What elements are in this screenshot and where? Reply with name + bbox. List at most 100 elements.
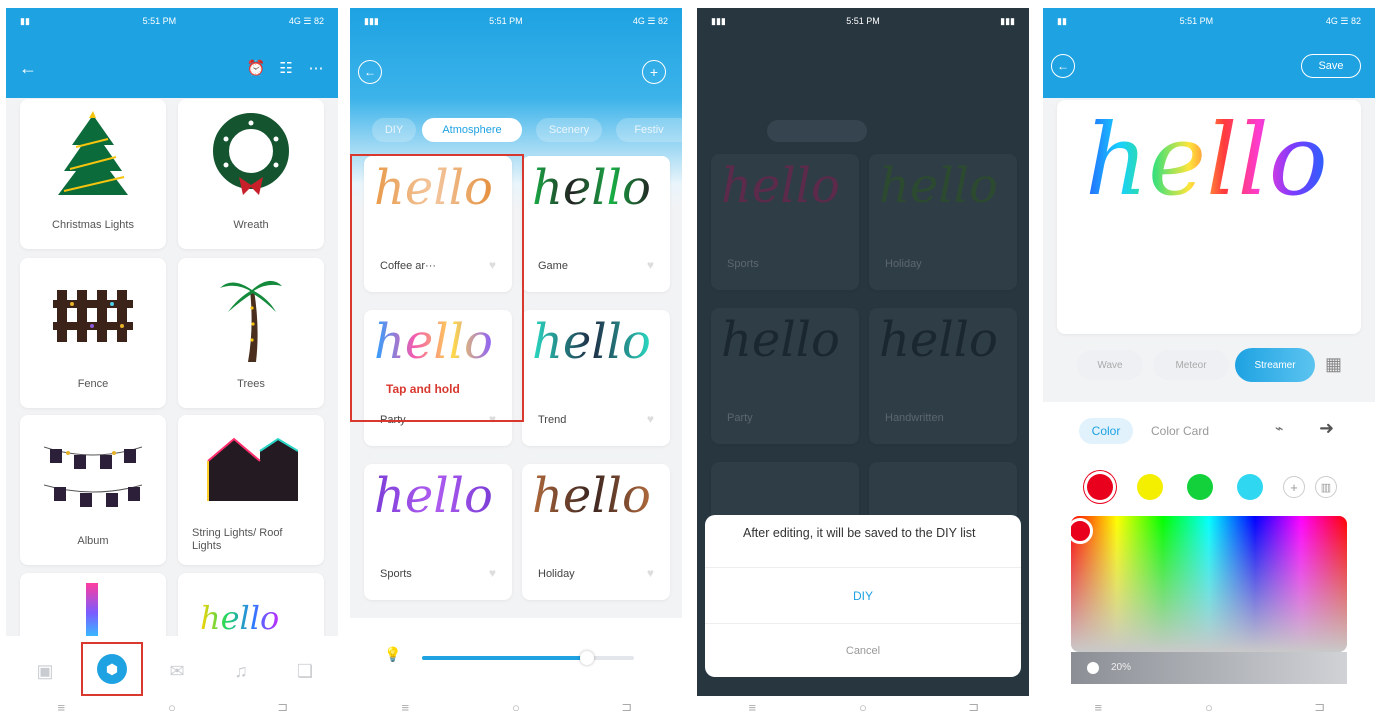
brightness-slider-fill <box>422 656 588 660</box>
scene-label: Party <box>727 412 753 424</box>
diy-button[interactable]: DIY <box>705 567 1021 623</box>
scene-card-trend[interactable]: hello Trend ♥ <box>522 310 670 446</box>
screen-diy-editor: ▮▮ 5:51 PM 4G ☰ 82 ← Save hello Wave Met… <box>1043 8 1375 696</box>
system-nav-4: ≡ ○ ⊐ <box>1043 696 1375 718</box>
color-spectrum[interactable] <box>1071 516 1347 652</box>
scene-card-game[interactable]: hello Game ♥ <box>522 156 670 292</box>
chat-icon[interactable]: ✉ <box>162 656 192 686</box>
status-indicators: 4G ☰ 82 <box>1325 15 1361 26</box>
hello-preview-text: hello <box>374 468 493 524</box>
tab-color-card[interactable]: Color Card <box>1151 424 1209 438</box>
category-label: Christmas Lights <box>52 219 134 231</box>
brightness-slider-thumb[interactable] <box>580 651 595 665</box>
back-circle-icon[interactable]: ← <box>1051 54 1075 78</box>
back-arrow-icon[interactable]: ← <box>16 56 40 80</box>
music-icon[interactable]: ♫ <box>226 656 256 686</box>
menu-icon[interactable]: ≡ <box>41 700 81 715</box>
mode-streamer[interactable]: Streamer <box>1235 348 1315 382</box>
arrow-right-icon[interactable]: ➜ <box>1319 418 1334 439</box>
back-circle-icon[interactable]: ← <box>358 60 382 84</box>
category-card-wreath[interactable]: Wreath <box>178 99 324 249</box>
home-icon[interactable]: ○ <box>496 700 536 715</box>
tab-color[interactable]: Color <box>1079 418 1133 444</box>
settings-sliders-icon[interactable]: ☷ <box>274 56 298 80</box>
scene-icon[interactable]: ⬢ <box>97 654 127 684</box>
menu-icon[interactable]: ≡ <box>385 700 425 715</box>
save-button[interactable]: Save <box>1301 54 1361 78</box>
category-card-trees[interactable]: Trees <box>178 258 324 408</box>
scene-card-sports[interactable]: hello Sports ♥ <box>364 464 512 600</box>
category-card-partial-2[interactable]: hello <box>178 573 324 643</box>
device-icon[interactable]: ▣ <box>30 656 60 686</box>
palm-tree-icon <box>220 280 282 362</box>
dim-card-holiday: hello Holiday <box>869 154 1017 290</box>
favorite-heart-icon[interactable]: ♥ <box>647 412 654 426</box>
back-icon[interactable]: ⊐ <box>607 699 647 715</box>
swatch[interactable] <box>1187 474 1213 500</box>
swatch[interactable] <box>1237 474 1263 500</box>
photo-album-icon <box>44 446 142 507</box>
scene-card-holiday[interactable]: hello Holiday ♥ <box>522 464 670 600</box>
category-card-partial-1[interactable] <box>20 573 166 643</box>
hello-preview-text: hello <box>532 468 651 524</box>
tab-scenery[interactable]: Scenery <box>536 118 602 142</box>
menu-icon[interactable]: ≡ <box>1078 700 1118 715</box>
favorite-heart-icon[interactable]: ♥ <box>489 566 496 580</box>
category-card-fence[interactable]: Fence <box>20 258 166 408</box>
tap-hold-hint: Tap and hold <box>386 382 460 396</box>
status-bar: ▮▮ 5:51 PM 4G ☰ 82 <box>6 8 338 34</box>
brightness-slider-track[interactable] <box>422 651 634 665</box>
status-time: 5:51 PM <box>489 16 523 26</box>
add-circle-icon[interactable]: + <box>642 60 666 84</box>
brightness-value: 20% <box>1111 662 1132 673</box>
home-icon[interactable]: ○ <box>152 700 192 715</box>
status-signal: ▮▮▮ <box>711 15 726 26</box>
status-time: 5:51 PM <box>846 16 880 26</box>
add-color-icon[interactable]: + <box>1283 476 1305 498</box>
mode-wave[interactable]: Wave <box>1077 350 1143 380</box>
spectrum-picker-handle[interactable] <box>1071 518 1093 544</box>
delete-color-icon[interactable]: ▥ <box>1315 476 1337 498</box>
screen-edit-dialog: ▮▮▮ 5:51 PM ▮▮▮ hello Sports hello Holid… <box>697 8 1029 696</box>
scene-label: Holiday <box>885 258 922 270</box>
category-card-christmas-lights[interactable]: Christmas Lights <box>20 99 166 249</box>
favorite-heart-icon[interactable]: ♥ <box>647 566 654 580</box>
bulb-icon: 💡 <box>384 646 402 662</box>
favorite-heart-icon[interactable]: ♥ <box>647 258 654 272</box>
swatch-selected[interactable] <box>1087 474 1113 500</box>
color-picker-icon[interactable]: ⌁ <box>1275 420 1283 437</box>
dim-card-partial-2 <box>869 462 1017 522</box>
back-icon[interactable]: ⊐ <box>1300 699 1340 715</box>
hello-preview-text: hello <box>879 158 998 214</box>
home-icon[interactable]: ○ <box>843 700 883 715</box>
mode-meteor[interactable]: Meteor <box>1153 350 1229 380</box>
hello-preview-text: hello <box>532 314 651 370</box>
status-bar: ▮▮ 5:51 PM 4G ☰ 82 <box>1043 8 1375 34</box>
back-icon[interactable]: ⊐ <box>263 699 303 715</box>
hello-preview-text: hello <box>200 599 280 637</box>
swatch[interactable] <box>1137 474 1163 500</box>
category-label: Fence <box>77 378 109 390</box>
category-card-album[interactable]: Album <box>20 415 166 565</box>
light-bar-icon <box>86 583 98 643</box>
status-bar: ▮▮▮ 5:51 PM ▮▮▮ <box>697 8 1029 34</box>
cancel-button[interactable]: Cancel <box>705 623 1021 677</box>
tab-festival[interactable]: Festiv <box>616 118 682 142</box>
category-label: Album <box>77 535 109 547</box>
back-icon[interactable]: ⊐ <box>954 699 994 715</box>
scene-label: Holiday <box>538 568 575 580</box>
more-icon[interactable]: ⋯ <box>304 56 328 80</box>
tab-diy[interactable]: DIY <box>372 118 416 142</box>
layers-icon[interactable]: ❏ <box>290 656 320 686</box>
grid-icon[interactable]: ▦ <box>1325 354 1342 375</box>
christmas-tree-icon <box>58 111 128 195</box>
menu-icon[interactable]: ≡ <box>732 700 772 715</box>
tab-atmosphere[interactable]: Atmosphere <box>422 118 522 142</box>
home-icon[interactable]: ○ <box>1189 700 1229 715</box>
brightness-bar[interactable]: 20% <box>1071 652 1347 684</box>
category-card-string-lights[interactable]: String Lights/ Roof Lights <box>178 415 324 565</box>
category-label: Trees <box>237 378 265 390</box>
sun-icon <box>1087 662 1099 674</box>
alarm-icon[interactable]: ⏰ <box>244 56 268 80</box>
screen-scene-categories: ▮▮ 5:51 PM 4G ☰ 82 ← ⏰ ☷ ⋯ Christmas Lig… <box>6 8 338 696</box>
